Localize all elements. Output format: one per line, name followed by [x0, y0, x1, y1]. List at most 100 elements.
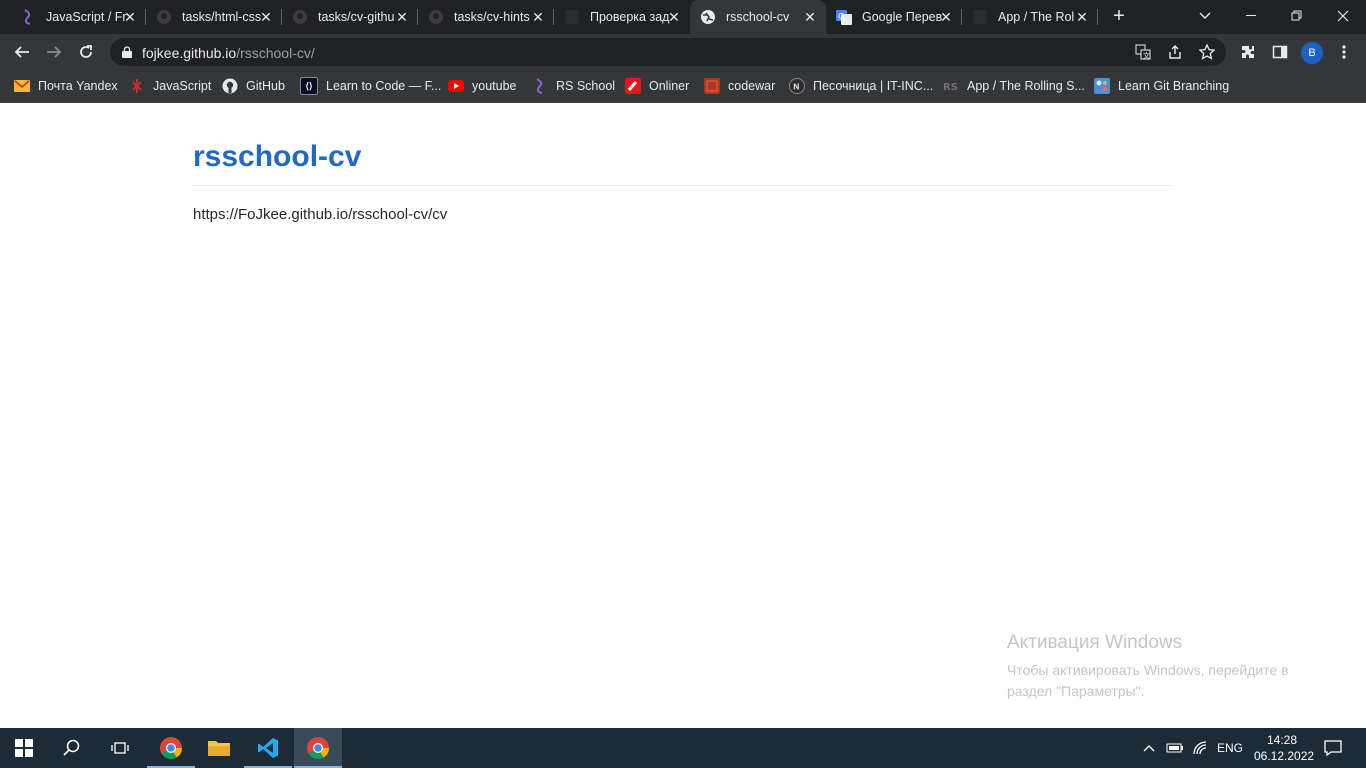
side-panel-icon[interactable]: [1270, 42, 1290, 62]
tab-search-button[interactable]: [1182, 0, 1228, 32]
restore-button[interactable]: [1274, 0, 1320, 32]
bookmark-youtube[interactable]: youtube: [448, 77, 516, 95]
tab-rsschool-cv[interactable]: rsschool-cv ✕: [690, 0, 826, 34]
reload-icon: [80, 45, 92, 58]
chevron-up-icon: [1143, 745, 1155, 752]
close-icon[interactable]: ✕: [666, 9, 682, 25]
taskbar-chrome-active[interactable]: [294, 728, 342, 768]
windows-activation-watermark: Активация Windows Чтобы активировать Win…: [1007, 632, 1327, 702]
page-title[interactable]: rsschool-cv: [193, 139, 1173, 186]
close-icon[interactable]: ✕: [1074, 9, 1090, 25]
chrome-menu-icon[interactable]: [1334, 42, 1354, 62]
share-icon[interactable]: [1166, 43, 1184, 61]
chrome-icon: [160, 737, 182, 759]
close-icon[interactable]: ✕: [938, 9, 954, 25]
tab-title: JavaScript / Fr: [46, 10, 127, 24]
cv-link-text: https://FoJkee.github.io/rsschool-cv/cv: [193, 206, 448, 223]
close-icon[interactable]: ✕: [122, 9, 138, 25]
task-view-button[interactable]: [96, 728, 144, 768]
bookmark-freecodecamp[interactable]: ⟨⟩ Learn to Code — F...: [300, 77, 441, 95]
start-button[interactable]: [0, 728, 48, 768]
tab-javascript[interactable]: JavaScript / Fr ✕: [10, 0, 146, 34]
rs-app-icon: RS: [943, 78, 959, 94]
vscode-icon: [258, 738, 278, 758]
google-translate-icon: G: [836, 9, 852, 25]
onliner-icon: [625, 78, 641, 94]
lock-icon[interactable]: [122, 45, 132, 58]
close-icon[interactable]: ✕: [394, 9, 410, 25]
javascript-icon: [129, 78, 145, 94]
clock[interactable]: 14:28 06.12.2022: [1254, 732, 1314, 764]
git-branching-icon: [1094, 78, 1110, 94]
bookmark-label: Onliner: [649, 79, 690, 93]
taskbar-vscode[interactable]: [244, 728, 292, 768]
battery-icon[interactable]: [1166, 728, 1184, 768]
url-path: /rsschool-cv/: [236, 45, 315, 61]
search-icon: [63, 739, 80, 756]
chevron-down-icon: [1199, 12, 1211, 19]
codewars-icon: [704, 78, 720, 94]
search-button[interactable]: [48, 728, 96, 768]
url-text[interactable]: fojkee.github.io/rsschool-cv/: [142, 45, 315, 61]
notification-icon: [1324, 740, 1342, 756]
bookmark-learn-git-branching[interactable]: Learn Git Branching: [1094, 77, 1229, 95]
close-icon: [1337, 10, 1349, 22]
tab-proverka[interactable]: Проверка зад ✕: [554, 0, 690, 34]
wifi-icon[interactable]: [1193, 728, 1209, 768]
extensions-icon[interactable]: [1238, 42, 1258, 62]
url-host: fojkee.github.io: [142, 45, 237, 61]
profile-avatar[interactable]: B: [1301, 42, 1323, 64]
bookmark-onliner[interactable]: Onliner: [625, 77, 689, 95]
minimize-icon: [1246, 15, 1256, 16]
browser-toolbar: fojkee.github.io/rsschool-cv/ 文: [0, 34, 1366, 70]
bookmark-github[interactable]: GitHub: [222, 77, 285, 95]
reload-button[interactable]: [72, 38, 100, 66]
tab-google-translate[interactable]: G Google Перев ✕: [826, 0, 962, 34]
close-icon[interactable]: ✕: [802, 9, 818, 25]
bookmark-rs-app[interactable]: RS App / The Rolling S...: [943, 77, 1085, 95]
address-bar[interactable]: fojkee.github.io/rsschool-cv/ 文: [110, 38, 1226, 66]
tab-title: tasks/html-css: [182, 10, 262, 24]
bookmark-it-incubator[interactable]: N Песочница | IT-INC...: [789, 77, 933, 95]
arrow-left-icon: [14, 46, 29, 58]
restore-icon: [1291, 10, 1302, 21]
github-icon: [156, 9, 172, 25]
windows-logo-icon: [15, 739, 33, 757]
tab-cv-github[interactable]: tasks/cv-githu ✕: [282, 0, 418, 34]
tab-title: rsschool-cv: [726, 10, 790, 24]
taskbar-file-explorer[interactable]: [195, 728, 243, 768]
translate-icon[interactable]: 文: [1134, 43, 1152, 61]
notifications-button[interactable]: [1324, 728, 1342, 768]
rs-school-icon: [20, 9, 36, 25]
input-language[interactable]: ENG: [1217, 728, 1243, 768]
show-hidden-icons-button[interactable]: [1143, 728, 1155, 768]
task-view-icon: [111, 742, 129, 754]
bookmark-label: Песочница | IT-INC...: [813, 79, 934, 93]
bookmark-codewars[interactable]: codewar: [704, 77, 775, 95]
taskbar-chrome[interactable]: [147, 728, 195, 768]
close-icon[interactable]: ✕: [258, 9, 274, 25]
forward-button[interactable]: [40, 38, 68, 66]
bookmark-yandex-mail[interactable]: Почта Yandex: [14, 77, 118, 95]
tab-title: tasks/cv-hints: [454, 10, 530, 24]
github-icon: [222, 78, 238, 94]
minimize-button[interactable]: [1228, 0, 1274, 32]
bookmark-label: App / The Rolling S...: [967, 79, 1085, 93]
svg-text:RS: RS: [943, 82, 958, 92]
back-button[interactable]: [8, 38, 36, 66]
bookmark-javascript[interactable]: JavaScript: [129, 77, 211, 95]
bookmark-label: Learn to Code — F...: [326, 79, 442, 93]
tab-cv-hints[interactable]: tasks/cv-hints ✕: [418, 0, 554, 34]
bookmark-rs-school[interactable]: RS School: [532, 77, 615, 95]
new-tab-button[interactable]: +: [1108, 5, 1130, 27]
chrome-icon: [307, 737, 329, 759]
bookmark-label: Почта Yandex: [38, 79, 118, 93]
close-window-button[interactable]: [1320, 0, 1366, 32]
tab-html-css[interactable]: tasks/html-css ✕: [146, 0, 282, 34]
tab-rs-app[interactable]: App / The Rol ✕: [962, 0, 1098, 34]
bookmark-star-icon[interactable]: [1198, 43, 1216, 61]
folder-icon: [208, 741, 230, 756]
bookmarks-bar: Почта Yandex JavaScript GitHub ⟨⟩ Learn …: [0, 70, 1366, 103]
globe-icon: [700, 9, 716, 25]
close-icon[interactable]: ✕: [530, 9, 546, 25]
